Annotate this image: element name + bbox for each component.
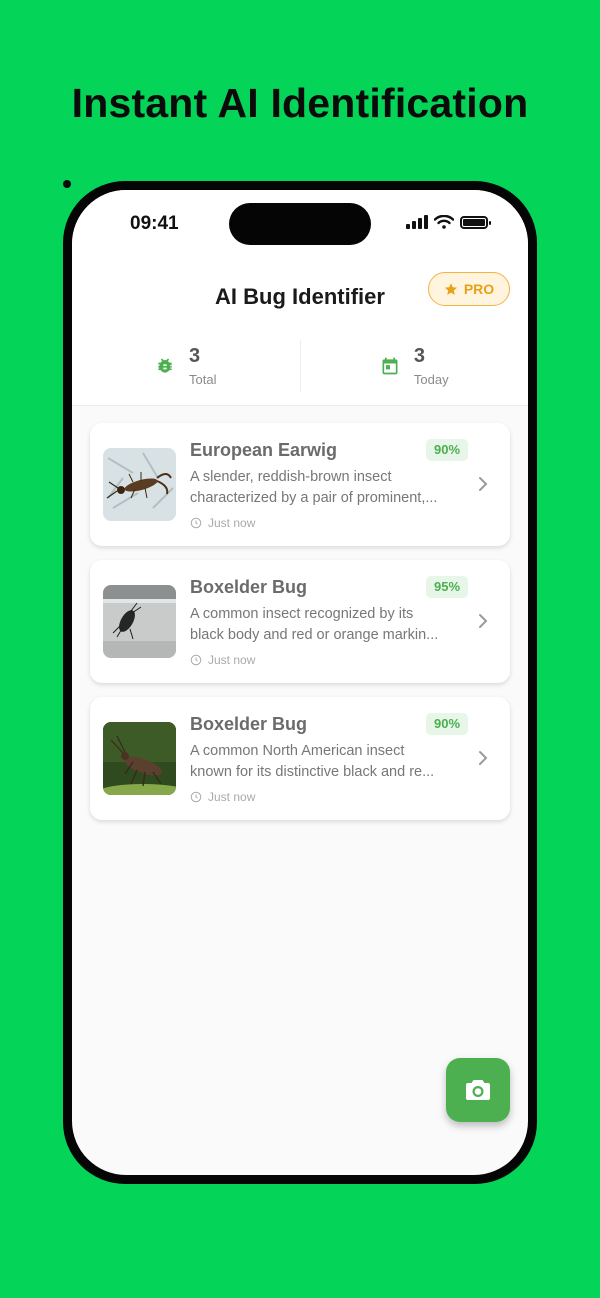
desc-line: A common North American insect bbox=[190, 743, 405, 759]
list-item[interactable]: Boxelder Bug 90% A common North American… bbox=[90, 697, 510, 820]
card-time: Just now bbox=[190, 790, 255, 804]
time-label: Just now bbox=[208, 790, 256, 804]
status-icons bbox=[406, 215, 491, 229]
stat-today-label: Today bbox=[413, 372, 449, 387]
card-time: Just now bbox=[190, 653, 255, 667]
clock-icon bbox=[190, 791, 202, 803]
calendar-icon bbox=[382, 357, 398, 375]
chevron-right-icon bbox=[479, 614, 488, 628]
card-description: A common North American insect known for… bbox=[190, 741, 470, 783]
decorative-dot bbox=[63, 180, 71, 188]
desc-line: A slender, reddish-brown insect bbox=[190, 469, 392, 485]
stat-today-value: 3 bbox=[413, 345, 426, 367]
insect-thumbnail bbox=[103, 448, 176, 521]
chevron-right-icon bbox=[479, 477, 488, 491]
list-item[interactable]: Boxelder Bug 95% A common insect recogni… bbox=[90, 560, 510, 683]
stat-total-value: 3 bbox=[189, 345, 201, 367]
clock-icon bbox=[190, 654, 202, 666]
identification-list: European Earwig 90% A slender, reddish-b… bbox=[90, 423, 510, 834]
camera-button[interactable] bbox=[446, 1058, 510, 1122]
insect-thumbnail bbox=[103, 722, 176, 795]
phone-frame: 09:41 AI Bug Identifier PRO 3 Total 3 To… bbox=[63, 181, 537, 1184]
insect-thumbnail bbox=[103, 585, 176, 658]
desc-line: known for its distinctive black and re..… bbox=[190, 764, 435, 780]
stats-row: 3 Total 3 Today bbox=[72, 340, 528, 392]
star-icon bbox=[444, 283, 457, 295]
pro-button[interactable]: PRO bbox=[428, 272, 510, 306]
confidence-badge: 90% bbox=[426, 439, 469, 461]
confidence-badge: 90% bbox=[426, 713, 469, 735]
camera-icon bbox=[466, 1080, 490, 1100]
status-time: 09:41 bbox=[130, 213, 179, 234]
dynamic-island bbox=[229, 203, 371, 245]
stat-total: 3 Total bbox=[72, 340, 300, 392]
card-time: Just now bbox=[190, 516, 255, 530]
time-label: Just now bbox=[208, 653, 256, 667]
card-title: Boxelder Bug bbox=[190, 714, 308, 734]
clock-icon bbox=[190, 517, 202, 529]
desc-line: characterized by a pair of prominent,... bbox=[190, 490, 438, 506]
list-item[interactable]: European Earwig 90% A slender, reddish-b… bbox=[90, 423, 510, 546]
confidence-badge: 95% bbox=[426, 576, 469, 598]
headline: Instant AI Identification bbox=[71, 80, 529, 126]
phone-screen: 09:41 AI Bug Identifier PRO 3 Total 3 To… bbox=[72, 190, 528, 1175]
card-title: Boxelder Bug bbox=[190, 577, 308, 597]
card-title: European Earwig bbox=[190, 440, 338, 460]
card-description: A common insect recognized by its black … bbox=[190, 604, 470, 646]
chevron-right-icon bbox=[479, 751, 488, 765]
desc-line: A common insect recognized by its bbox=[190, 606, 414, 622]
card-description: A slender, reddish-brown insect characte… bbox=[190, 467, 470, 509]
time-label: Just now bbox=[208, 516, 256, 530]
stat-today: 3 Today bbox=[299, 340, 529, 392]
pro-label: PRO bbox=[463, 281, 495, 297]
bug-icon bbox=[158, 358, 172, 373]
battery-icon bbox=[460, 215, 491, 229]
wifi-icon bbox=[434, 215, 454, 229]
desc-line: black body and red or orange markin... bbox=[190, 627, 439, 643]
signal-icon bbox=[406, 215, 428, 229]
stat-total-label: Total bbox=[189, 372, 217, 387]
